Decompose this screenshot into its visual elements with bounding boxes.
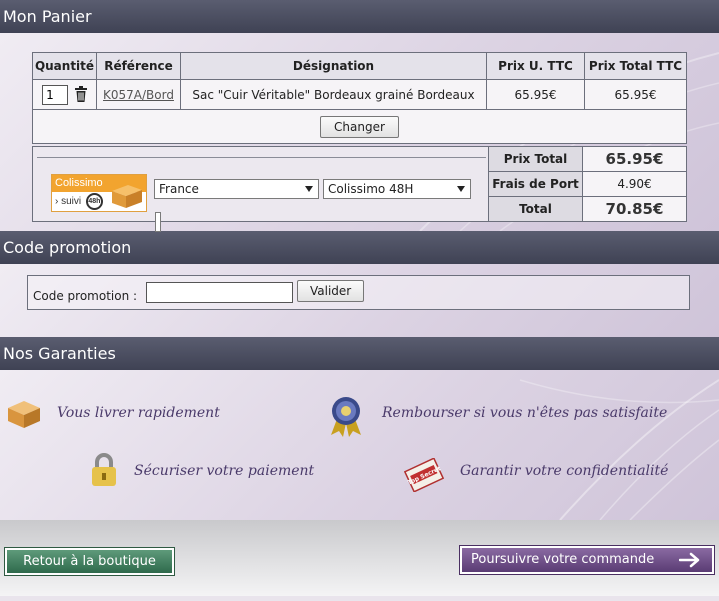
package-icon xyxy=(6,398,42,433)
quantity-input[interactable] xyxy=(42,84,69,105)
country-select[interactable]: France xyxy=(154,179,319,199)
col-reference: Référence xyxy=(96,52,181,80)
guarantee-confidentiality: Garantir votre confidentialité xyxy=(460,463,669,479)
cart-title: Mon Panier xyxy=(3,7,92,26)
col-designation: Désignation xyxy=(180,52,487,80)
grand-total-value: 70.85€ xyxy=(582,196,687,222)
guarantees-section-header: Nos Garanties xyxy=(0,337,719,370)
grand-total-row: Total 70.85€ xyxy=(488,196,687,222)
col-unit-price: Prix U. TTC xyxy=(486,52,585,80)
shipping-fee-label: Frais de Port xyxy=(488,171,583,197)
total-price-cell: 65.95€ xyxy=(584,79,687,110)
unit-price-cell: 65.95€ xyxy=(486,79,585,110)
table-row: K057A/Bord Sac "Cuir Véritable" Bordeaux… xyxy=(32,79,687,110)
decorative-strokes xyxy=(519,379,719,520)
reference-cell: K057A/Bord xyxy=(96,79,181,110)
colissimo-logo: Colissimo › suivi 48h xyxy=(51,174,147,212)
subtotal-value: 65.95€ xyxy=(582,146,687,172)
cart-header-row: Quantité Référence Désignation Prix U. T… xyxy=(32,52,687,80)
cart-table: Quantité Référence Désignation Prix U. T… xyxy=(32,52,687,144)
chevron-down-icon xyxy=(457,186,465,192)
guarantee-refund: Rembourser si vous n'êtes pas satisfaite xyxy=(382,405,668,421)
col-total-price: Prix Total TTC xyxy=(584,52,687,80)
change-cell: Changer xyxy=(32,109,687,144)
guarantees-panel: Vous livrer rapidement Rembourser si vou… xyxy=(0,370,719,520)
top-secret-stamp-icon: Top Secret xyxy=(403,457,445,495)
change-button[interactable]: Changer xyxy=(320,115,399,138)
trash-icon[interactable] xyxy=(74,85,87,105)
guarantee-fast-delivery: Vous livrer rapidement xyxy=(57,405,220,421)
grand-total-label: Total xyxy=(488,196,583,222)
back-to-shop-label: Retour à la boutique xyxy=(23,554,156,569)
validate-button[interactable]: Valider xyxy=(297,280,365,302)
cart-panel: Quantité Référence Désignation Prix U. T… xyxy=(0,33,719,232)
promo-panel: Code promotion : Valider xyxy=(0,264,719,337)
shipping-fee-value: 4.90€ xyxy=(582,171,687,197)
reference-link[interactable]: K057A/Bord xyxy=(103,88,174,102)
padlock-icon xyxy=(89,452,119,491)
quantity-cell xyxy=(32,79,97,110)
continue-order-button[interactable]: Poursuivre votre commande xyxy=(459,545,715,577)
designation-cell: Sac "Cuir Véritable" Bordeaux grainé Bor… xyxy=(180,79,487,110)
footer-panel: Retour à la boutique Poursuivre votre co… xyxy=(0,520,719,596)
back-to-shop-button[interactable]: Retour à la boutique xyxy=(4,547,175,576)
continue-order-label: Poursuivre votre commande xyxy=(471,552,655,567)
chevron-down-icon xyxy=(305,186,313,192)
promo-code-input[interactable] xyxy=(146,282,293,303)
shipping-fee-row: Frais de Port 4.90€ xyxy=(488,171,687,197)
parcel-icon xyxy=(112,185,142,208)
change-row: Changer xyxy=(32,109,687,144)
guarantees-title: Nos Garanties xyxy=(3,344,116,363)
shipping-divider xyxy=(37,157,486,158)
medal-icon xyxy=(327,395,365,440)
cart-section-header: Mon Panier xyxy=(0,0,719,33)
shipping-method-select[interactable]: Colissimo 48H xyxy=(323,179,471,199)
promo-section-header: Code promotion xyxy=(0,231,719,264)
arrow-right-icon xyxy=(678,552,701,577)
subtotal-label: Prix Total xyxy=(488,146,583,172)
promo-label: Code promotion : xyxy=(33,289,138,303)
col-quantity: Quantité xyxy=(32,52,97,80)
guarantee-secure-payment: Sécuriser votre paiement xyxy=(134,463,315,479)
promo-title: Code promotion xyxy=(3,238,132,257)
totals-table: Prix Total 65.95€ Frais de Port 4.90€ To… xyxy=(488,146,687,222)
subtotal-row: Prix Total 65.95€ xyxy=(488,146,687,172)
promo-box: Code promotion : Valider xyxy=(27,275,690,310)
badge-48h: 48h xyxy=(85,192,103,210)
